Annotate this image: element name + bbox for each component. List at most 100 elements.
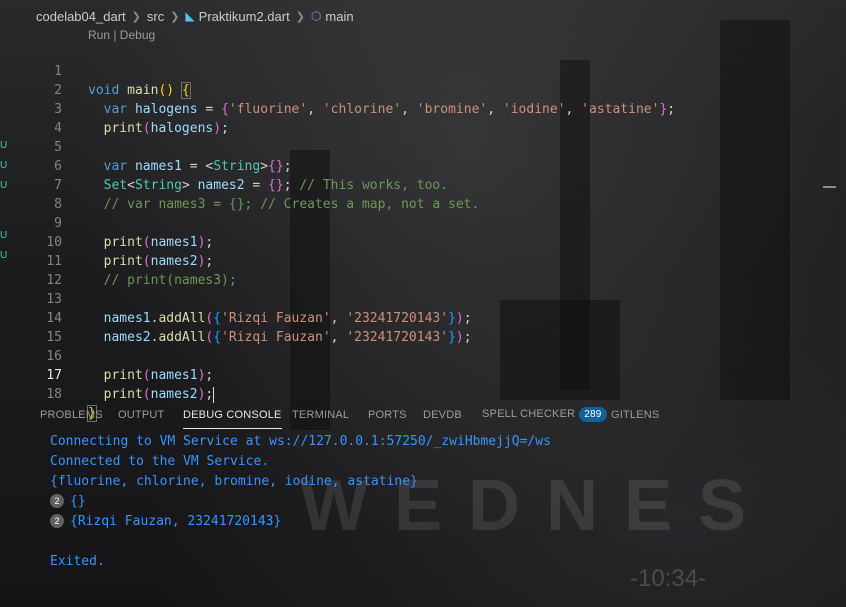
line-number: 11 bbox=[46, 254, 62, 269]
line-number: 3 bbox=[54, 102, 62, 117]
code-token: 'astatine' bbox=[581, 102, 660, 117]
line-number: 13 bbox=[46, 292, 62, 307]
code-comment: // This works, too. bbox=[299, 178, 449, 193]
code-token: String bbox=[134, 178, 182, 193]
tab-debug-console[interactable]: DEBUG CONSOLE bbox=[183, 409, 282, 429]
tab-ports[interactable]: PORTS bbox=[368, 409, 407, 421]
code-token: var bbox=[103, 159, 128, 174]
code-line: 1 void main() { bbox=[0, 43, 191, 99]
line-number: 5 bbox=[54, 140, 62, 155]
code-line: 13 names1.addAll({'Rizqi Fauzan', '23241… bbox=[0, 271, 471, 326]
console-line: Connecting to VM Service at ws://127.0.0… bbox=[50, 434, 551, 449]
code-line: 4 bbox=[0, 100, 62, 136]
line-number: 12 bbox=[46, 273, 62, 288]
line-number: 7 bbox=[54, 178, 62, 193]
code-line: 12 bbox=[0, 252, 62, 288]
codelens-run-debug[interactable]: Run | Debug bbox=[88, 28, 155, 42]
line-number: 6 bbox=[54, 159, 62, 174]
dart-file-icon: ◣ bbox=[185, 9, 195, 23]
code-line: 6 Set<String> names2 = {}; // This works… bbox=[0, 138, 448, 193]
code-token: 'Rizqi Fauzan' bbox=[221, 330, 331, 345]
breadcrumb-file[interactable]: Praktikum2.dart bbox=[199, 9, 290, 24]
code-line: 7 // var names3 = {}; // Creates a map, … bbox=[0, 157, 479, 212]
chevron-right-icon: ❯ bbox=[131, 10, 141, 23]
breadcrumb-folder[interactable]: src bbox=[147, 9, 164, 24]
line-number: 9 bbox=[54, 216, 62, 231]
code-line: 14 names2.addAll({'Rizqi Fauzan', '23241… bbox=[0, 290, 471, 345]
code-line: 2 var halogens = {'fluorine', 'chlorine'… bbox=[0, 62, 675, 117]
code-line: 16 print(names1); bbox=[0, 328, 213, 383]
line-number: 2 bbox=[54, 83, 62, 98]
code-token: = bbox=[181, 159, 206, 174]
code-token: 'bromine' bbox=[416, 102, 488, 117]
code-line: 8 bbox=[0, 176, 62, 212]
breadcrumb-symbol[interactable]: main bbox=[325, 9, 353, 24]
code-token: halogens bbox=[150, 121, 214, 136]
tab-devdb[interactable]: DEVDB bbox=[423, 409, 462, 421]
wallpaper-building bbox=[500, 300, 620, 400]
line-number: 8 bbox=[54, 197, 62, 212]
console-text: {} bbox=[70, 494, 86, 509]
line-number: 14 bbox=[46, 311, 62, 326]
tab-spell-checker-label: SPELL CHECKER bbox=[482, 408, 576, 420]
repeat-count-badge: 2 bbox=[50, 514, 64, 528]
code-line: 5 var names1 = <String>{}; bbox=[0, 119, 291, 174]
tab-terminal[interactable]: TERMINAL bbox=[292, 409, 349, 421]
code-token: = bbox=[197, 102, 222, 117]
code-token: addAll bbox=[158, 311, 206, 326]
code-token: names2 bbox=[150, 254, 198, 269]
chevron-right-icon: ❯ bbox=[170, 10, 180, 23]
code-token: print bbox=[103, 254, 143, 269]
wallpaper-clock: -10:34- bbox=[630, 565, 707, 592]
console-line: Exited. bbox=[50, 554, 105, 569]
code-token: String bbox=[213, 159, 261, 174]
code-token: 'Rizqi Fauzan' bbox=[221, 311, 331, 326]
tab-gitlens[interactable]: GITLENS bbox=[611, 409, 659, 421]
code-line: 11 // print(names3); bbox=[0, 233, 236, 288]
code-token: names1 bbox=[134, 159, 182, 174]
code-comment: // var names3 = {}; // Creates a map, no… bbox=[103, 197, 480, 212]
code-token: names2 bbox=[197, 178, 245, 193]
repeat-count-badge: 2 bbox=[50, 494, 64, 508]
line-number: 1 bbox=[54, 64, 62, 79]
code-token: names1 bbox=[103, 311, 151, 326]
console-line: {fluorine, chlorine, bromine, iodine, as… bbox=[50, 474, 418, 489]
console-line: 2 {} bbox=[50, 492, 551, 512]
tab-spell-checker[interactable]: SPELL CHECKER 289 bbox=[482, 407, 607, 422]
code-token: var bbox=[103, 102, 128, 117]
code-token: Set bbox=[103, 178, 128, 193]
line-number: 17 bbox=[46, 368, 62, 383]
line-number: 10 bbox=[46, 235, 62, 250]
wallpaper-spire bbox=[720, 20, 790, 400]
code-token: '23241720143' bbox=[346, 311, 449, 326]
code-token: () bbox=[158, 83, 175, 98]
debug-console-output[interactable]: Connecting to VM Service at ws://127.0.0… bbox=[50, 432, 551, 572]
code-token: halogens bbox=[134, 102, 198, 117]
overview-ruler-marker bbox=[823, 186, 836, 188]
code-token: print bbox=[103, 368, 143, 383]
code-line: 18 } bbox=[0, 366, 97, 422]
code-line-active: 17 print(names2); bbox=[0, 347, 215, 403]
code-comment: // print(names3); bbox=[103, 273, 237, 288]
console-text: {Rizqi Fauzan, 23241720143} bbox=[70, 514, 282, 529]
code-line: 19 bbox=[0, 385, 31, 397]
code-token: names1 bbox=[150, 368, 198, 383]
method-cube-icon: ⬡ bbox=[310, 9, 322, 23]
chevron-right-icon: ❯ bbox=[295, 10, 305, 23]
breadcrumb-project[interactable]: codelab04_dart bbox=[36, 9, 126, 24]
tab-output[interactable]: OUTPUT bbox=[118, 409, 164, 421]
code-line: 15 bbox=[0, 309, 62, 345]
console-line: 2 {Rizqi Fauzan, 23241720143} bbox=[50, 512, 551, 532]
code-token: addAll bbox=[158, 330, 206, 345]
tab-problems[interactable]: PROBLEMS bbox=[40, 409, 103, 421]
spell-checker-badge: 289 bbox=[579, 407, 607, 422]
code-token: print bbox=[103, 121, 143, 136]
line-number: 4 bbox=[54, 121, 62, 136]
code-token: 'iodine' bbox=[502, 102, 566, 117]
code-token: 'chlorine' bbox=[322, 102, 402, 117]
code-line: 10 print(names2); bbox=[0, 214, 213, 269]
code-token: 'fluorine' bbox=[228, 102, 308, 117]
code-token: names2 bbox=[103, 330, 151, 345]
line-number: 15 bbox=[46, 330, 62, 345]
